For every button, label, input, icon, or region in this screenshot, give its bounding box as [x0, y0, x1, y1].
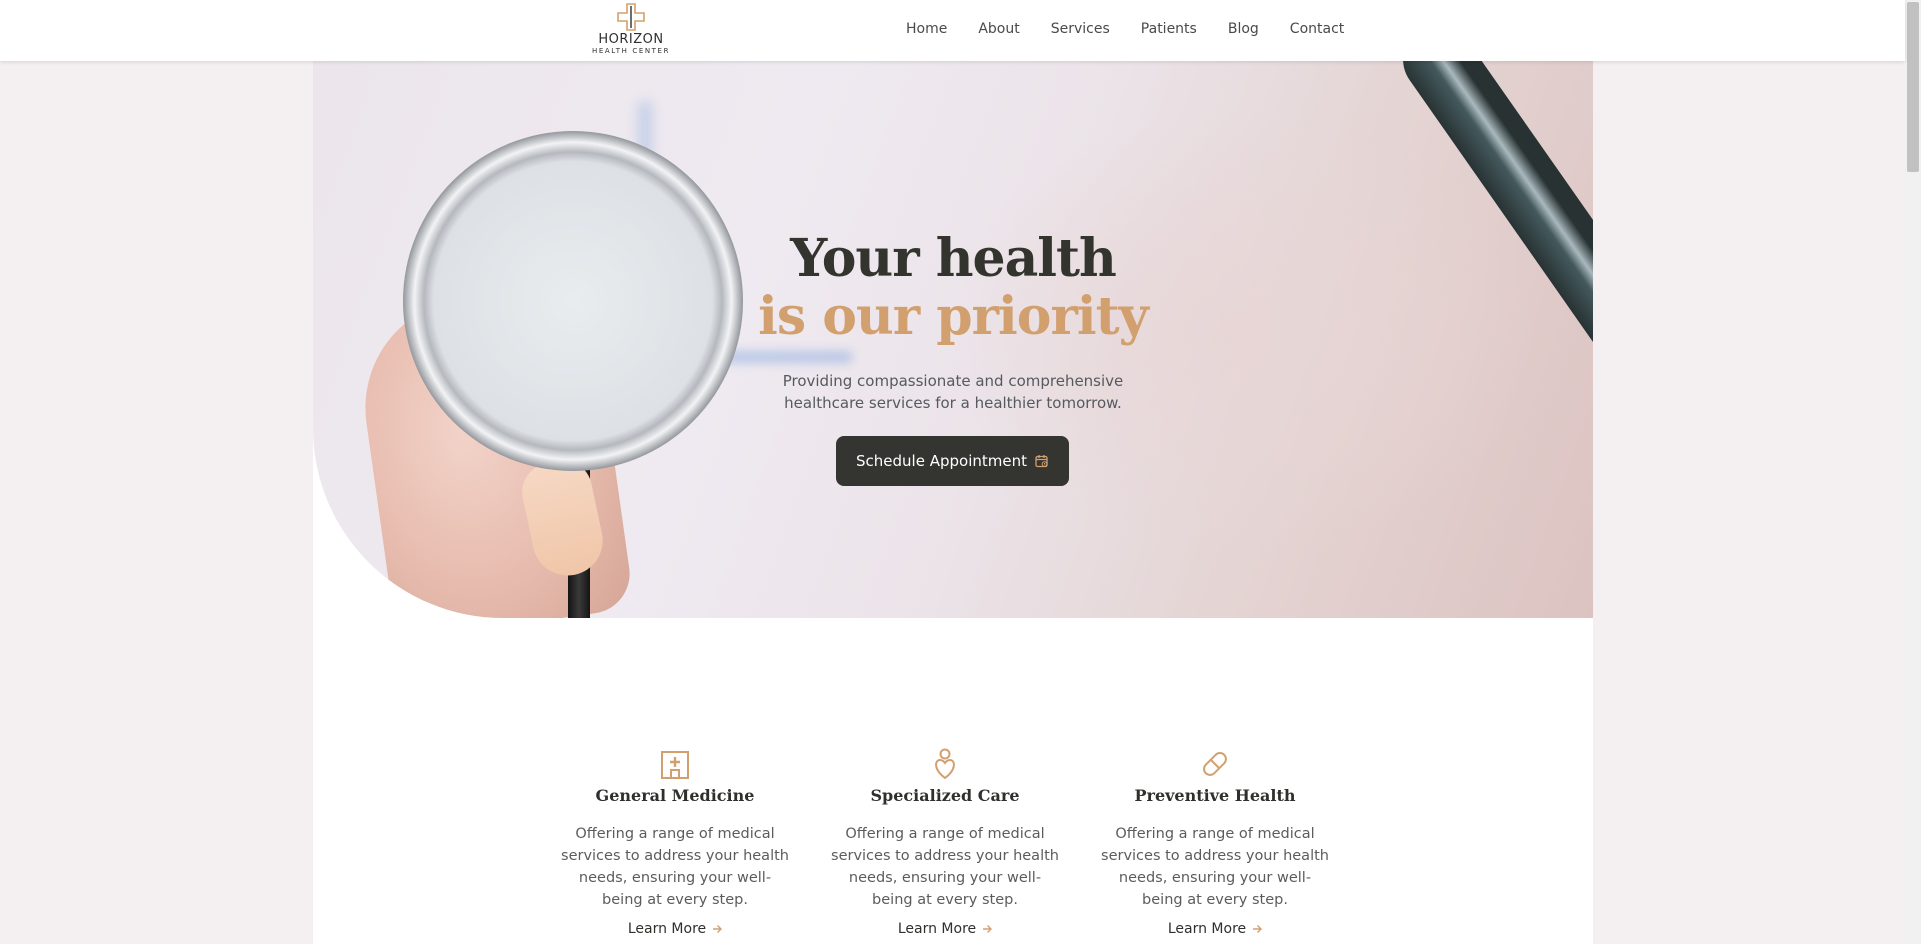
hero-title-line2: is our priority — [758, 286, 1149, 347]
nav-patients[interactable]: Patients — [1141, 21, 1197, 37]
arrow-right-icon — [1253, 925, 1263, 933]
medical-cross-icon — [617, 3, 645, 31]
hero-subtitle-line1: Providing compassionate and comprehensiv… — [782, 372, 1124, 390]
hospital-icon — [661, 751, 689, 779]
calendar-icon — [1035, 455, 1048, 468]
nav-services[interactable]: Services — [1051, 21, 1110, 37]
pill-icon — [1203, 752, 1227, 776]
service-description: Offering a range of medical services to … — [561, 826, 789, 908]
learn-more-label: Learn More — [1167, 921, 1247, 937]
learn-more-label: Learn More — [627, 921, 707, 937]
hero-title-line1: Your health — [790, 228, 1117, 289]
arrow-right-icon — [983, 925, 993, 933]
learn-more-link[interactable]: Learn More — [627, 921, 723, 937]
service-description: Offering a range of medical services to … — [1101, 826, 1329, 908]
hero-subtitle: Providing compassionate and comprehensiv… — [313, 370, 1593, 414]
nav-home[interactable]: Home — [906, 21, 947, 37]
service-description: Offering a range of medical services to … — [831, 826, 1059, 908]
scrollbar-thumb[interactable] — [1907, 2, 1919, 172]
site-header: HORIZON HEALTH CENTER Home About Service… — [0, 0, 1905, 61]
nav-contact[interactable]: Contact — [1290, 21, 1344, 37]
hero-subtitle-line2: healthcare services for a healthier tomo… — [784, 394, 1122, 412]
arrow-right-icon — [713, 925, 723, 933]
service-card-preventive-health: Preventive Health Offering a range of me… — [1095, 748, 1335, 937]
logo-subtitle: HEALTH CENTER — [591, 47, 671, 55]
schedule-appointment-button[interactable]: Schedule Appointment — [836, 436, 1069, 486]
logo-name: HORIZON — [598, 32, 664, 47]
main-nav: Home About Services Patients Blog Contac… — [906, 21, 1344, 37]
service-title: Specialized Care — [870, 786, 1020, 805]
logo[interactable]: HORIZON HEALTH CENTER — [586, 2, 676, 58]
learn-more-link[interactable]: Learn More — [1167, 921, 1263, 937]
learn-more-label: Learn More — [897, 921, 977, 937]
hero-title: Your health is our priority — [313, 230, 1593, 346]
person-heart-icon — [935, 748, 955, 780]
service-card-specialized-care: Specialized Care Offering a range of med… — [825, 748, 1065, 937]
learn-more-link[interactable]: Learn More — [897, 921, 993, 937]
service-card-general-medicine: General Medicine Offering a range of med… — [555, 748, 795, 937]
nav-about[interactable]: About — [978, 21, 1019, 37]
schedule-appointment-label: Schedule Appointment — [856, 452, 1027, 470]
service-title: Preventive Health — [1134, 786, 1296, 805]
nav-blog[interactable]: Blog — [1228, 21, 1259, 37]
services-section: General Medicine Offering a range of med… — [555, 748, 1355, 944]
service-title: General Medicine — [595, 786, 755, 805]
